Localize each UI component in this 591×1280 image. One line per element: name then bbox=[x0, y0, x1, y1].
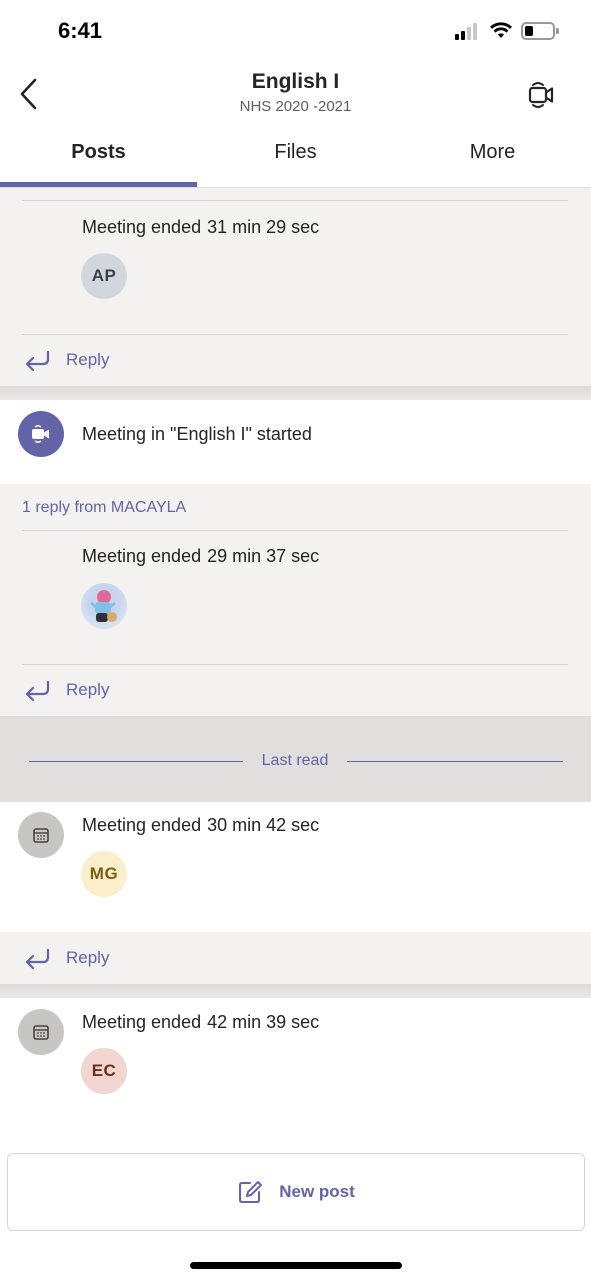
meet-now-video-icon[interactable] bbox=[524, 78, 558, 112]
meeting-ended-message: Meeting ended 29 min 37 sec bbox=[82, 546, 319, 567]
calendar-icon bbox=[18, 1009, 64, 1055]
meeting-ended-label: Meeting ended bbox=[82, 815, 202, 835]
channel-title: English I bbox=[251, 70, 340, 93]
meeting-duration: 30 min 42 sec bbox=[207, 815, 320, 835]
replies-summary-link[interactable]: 1 reply from MACAYLA bbox=[22, 499, 186, 517]
reply-label: Reply bbox=[66, 680, 110, 699]
reply-label: Reply bbox=[66, 948, 110, 967]
meeting-started-message: Meeting in "English I" started bbox=[82, 424, 312, 444]
reply-divider bbox=[22, 200, 568, 201]
reply-button[interactable]: Reply bbox=[24, 679, 109, 701]
tab-more[interactable]: More bbox=[394, 141, 591, 164]
thread-separator bbox=[0, 386, 591, 400]
reply-arrow-icon bbox=[25, 350, 50, 371]
reply-divider bbox=[22, 530, 568, 531]
meeting-duration: 29 min 37 sec bbox=[207, 546, 320, 566]
status-time: 6:41 bbox=[58, 18, 103, 43]
avatar-photo[interactable] bbox=[81, 583, 127, 629]
tab-posts[interactable]: Posts bbox=[0, 141, 197, 164]
meeting-icon bbox=[18, 411, 64, 457]
battery-icon bbox=[521, 22, 559, 40]
meeting-ended-message: Meeting ended 42 min 39 sec bbox=[82, 1012, 319, 1033]
reply-button[interactable]: Reply bbox=[24, 947, 109, 969]
last-read-line-left bbox=[29, 761, 243, 762]
team-name: NHS 2020 -2021 bbox=[239, 98, 352, 115]
avatar[interactable]: AP bbox=[81, 253, 127, 299]
reply-button[interactable]: Reply bbox=[24, 349, 109, 371]
wifi-icon bbox=[490, 22, 512, 38]
new-post-button[interactable]: New post bbox=[7, 1153, 585, 1231]
meeting-duration: 42 min 39 sec bbox=[207, 1012, 320, 1032]
meeting-ended-message: Meeting ended 31 min 29 sec bbox=[82, 217, 319, 238]
reply-arrow-icon bbox=[25, 680, 50, 701]
thread-separator bbox=[0, 984, 591, 998]
compose-icon bbox=[239, 1181, 263, 1203]
new-post-label: New post bbox=[279, 1182, 355, 1201]
avatar[interactable]: MG bbox=[81, 851, 127, 897]
avatar[interactable]: EC bbox=[81, 1048, 127, 1094]
last-read-label: Last read bbox=[261, 752, 329, 769]
last-read-line-right bbox=[347, 761, 563, 762]
meeting-ended-label: Meeting ended bbox=[82, 546, 202, 566]
tab-files[interactable]: Files bbox=[197, 141, 394, 164]
meeting-ended-message: Meeting ended 30 min 42 sec bbox=[82, 815, 319, 836]
cellular-signal-icon bbox=[455, 22, 477, 40]
reply-divider bbox=[22, 334, 568, 335]
reply-divider bbox=[22, 664, 568, 665]
reply-label: Reply bbox=[66, 350, 110, 369]
calendar-icon bbox=[18, 812, 64, 858]
meeting-ended-label: Meeting ended bbox=[82, 217, 202, 237]
meeting-ended-label: Meeting ended bbox=[82, 1012, 202, 1032]
meeting-duration: 31 min 29 sec bbox=[207, 217, 320, 237]
home-indicator[interactable] bbox=[190, 1262, 402, 1269]
reply-arrow-icon bbox=[25, 948, 50, 969]
